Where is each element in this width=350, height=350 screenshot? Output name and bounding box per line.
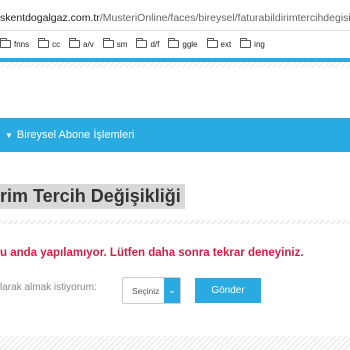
main-nav-bar: ▼ Bireysel Abone İşlemleri [0,118,350,152]
bookmark-label: d/f [150,39,160,49]
select-value: Seçiniz [132,286,160,296]
bookmark-sm[interactable]: sm [102,38,128,49]
footer-hatch-pattern [0,336,350,350]
folder-icon [102,38,114,48]
bookmark-label: fnns [14,39,30,49]
caret-down-icon[interactable]: ▼ [5,131,13,140]
header-area [0,68,350,118]
url-text[interactable]: skentdogalgaz.com.tr/MusteriOnline/faces… [0,12,350,24]
bookmark-df[interactable]: d/f [136,38,160,49]
bookmark-av[interactable]: a/v [69,38,94,49]
page-title-wrapper: rim Tercih Değişikliği [0,184,185,209]
folder-icon [168,38,180,48]
address-bar[interactable]: skentdogalgaz.com.tr/MusteriOnline/faces… [0,0,350,31]
preference-label: larak almak istiyorum: [0,282,97,293]
title-separator [0,220,350,224]
bookmark-ext[interactable]: ext [206,38,232,49]
bookmark-label: ggle [182,39,198,49]
bookmark-cc[interactable]: cc [38,38,61,49]
folder-icon [69,38,81,48]
folder-icon [38,38,50,48]
error-message: u anda yapılamıyor. Lütfen daha sonra te… [0,247,304,259]
bookmark-label: ing [254,39,265,49]
url-host: skentdogalgaz.com.tr [0,12,100,24]
bookmarks-bar: fnns cc a/v sm d/f ggle ext ing [0,31,350,57]
folder-icon [240,38,252,48]
folder-icon [0,38,11,48]
nav-menu-item-bireysel[interactable]: Bireysel Abone İşlemleri [17,129,134,141]
folder-icon [136,38,148,48]
bookmark-label: ext [220,39,232,49]
url-path: /MusteriOnline/faces/bireysel/faturabild… [99,12,350,24]
page-title: rim Tercih Değişikliği [0,184,185,209]
bookmark-label: sm [116,39,128,49]
bookmark-ggle[interactable]: ggle [168,38,198,49]
preference-select[interactable]: Seçiniz ⌄ [122,277,181,304]
folder-icon [206,38,218,48]
submit-button[interactable]: Gönder [195,278,261,303]
bookmark-fnns[interactable]: fnns [0,38,30,49]
chevron-down-icon[interactable]: ⌄ [164,278,180,303]
bookmark-label: cc [52,39,61,49]
bookmark-label: a/v [83,39,94,49]
bookmark-ing[interactable]: ing [240,38,265,49]
